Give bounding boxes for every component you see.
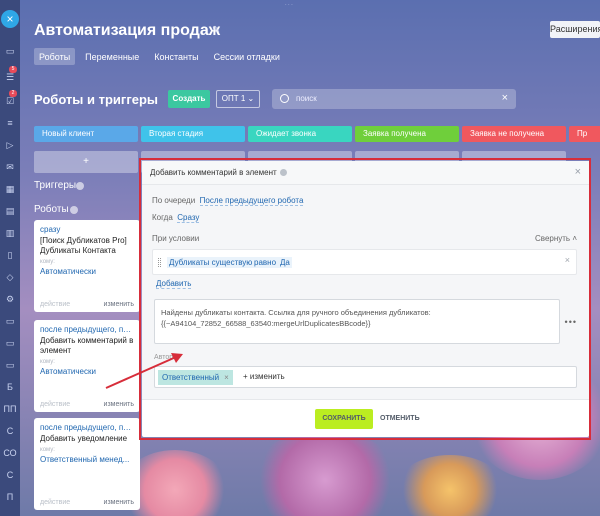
- annotation-arrow: [105, 353, 183, 389]
- arrow-line: [105, 356, 177, 389]
